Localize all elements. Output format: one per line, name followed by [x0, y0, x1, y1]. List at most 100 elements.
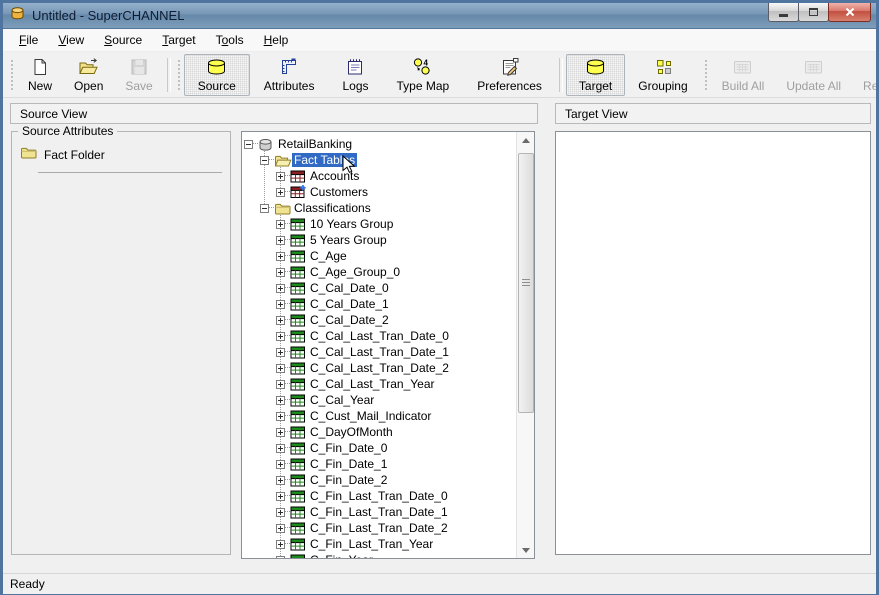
menu-file[interactable]: File [11, 31, 46, 49]
tree-item[interactable]: C_Cal_Last_Tran_Date_1 [242, 344, 517, 360]
restore-button[interactable] [798, 3, 829, 22]
scrollbar-thumb[interactable] [518, 153, 534, 413]
tree-item-label[interactable]: C_Cal_Last_Tran_Date_2 [308, 361, 451, 375]
tree-item-label[interactable]: C_Cal_Last_Tran_Date_1 [308, 345, 451, 359]
tree-item-label[interactable]: C_Cal_Date_0 [308, 281, 391, 295]
tree-item-label[interactable]: C_Fin_Date_1 [308, 457, 389, 471]
toolbar-grouping-button[interactable]: Grouping [625, 54, 700, 96]
tree-expander-plus-icon[interactable] [276, 492, 285, 501]
tree-item[interactable]: 10 Years Group [242, 216, 517, 232]
tree-expander-plus-icon[interactable] [276, 236, 285, 245]
tree-expander-plus-icon[interactable] [276, 428, 285, 437]
tree-item[interactable]: RetailBanking [242, 136, 517, 152]
tree-expander-plus-icon[interactable] [276, 252, 285, 261]
toolbar-target-button[interactable]: Target [566, 54, 625, 96]
tree-item-label[interactable]: Classifications [292, 201, 373, 215]
tree-expander-plus-icon[interactable] [276, 460, 285, 469]
tree-item-label[interactable]: C_Cal_Last_Tran_Date_0 [308, 329, 451, 343]
toolbar-source-button[interactable]: Source [184, 54, 250, 96]
tree-item-label[interactable]: C_Fin_Last_Tran_Date_1 [308, 505, 450, 519]
tree-expander-plus-icon[interactable] [276, 364, 285, 373]
tree-item-label[interactable]: C_Fin_Date_0 [308, 441, 389, 455]
tree-item-label[interactable]: C_Cal_Date_2 [308, 313, 391, 327]
toolbar-logs-button[interactable]: Logs [328, 54, 382, 96]
tree-expander-plus-icon[interactable] [276, 476, 285, 485]
tree-item[interactable]: C_Fin_Last_Tran_Date_2 [242, 520, 517, 536]
tree-expander-plus-icon[interactable] [276, 508, 285, 517]
tree-item[interactable]: C_Age_Group_0 [242, 264, 517, 280]
tree-item-label[interactable]: C_Fin_Last_Tran_Date_2 [308, 521, 450, 535]
tree-expander-plus-icon[interactable] [276, 316, 285, 325]
tree-item-label[interactable]: C_Cal_Last_Tran_Year [308, 377, 437, 391]
tree-item-label[interactable]: C_Cal_Year [308, 393, 376, 407]
tree-item-label[interactable]: C_DayOfMonth [308, 425, 395, 439]
tree-expander-plus-icon[interactable] [276, 444, 285, 453]
tree-item[interactable]: C_Fin_Date_1 [242, 456, 517, 472]
tree-item-label[interactable]: C_Fin_Last_Tran_Year [308, 537, 435, 551]
tree-item-label[interactable]: Customers [308, 185, 370, 199]
tree-item-label[interactable]: C_Cal_Date_1 [308, 297, 391, 311]
tree-item-label[interactable]: 5 Years Group [308, 233, 389, 247]
toolbar-open-button[interactable]: Open [63, 54, 114, 96]
fact-folder-item[interactable]: Fact Folder [20, 146, 230, 164]
tree-item[interactable]: C_Cal_Last_Tran_Year [242, 376, 517, 392]
tree-item[interactable]: Classifications [242, 200, 517, 216]
tree-expander-plus-icon[interactable] [276, 220, 285, 229]
minimize-button[interactable] [768, 3, 799, 22]
tree-item-label[interactable]: C_Age [308, 249, 349, 263]
menu-tools[interactable]: Tools [208, 31, 252, 49]
tree-item-label[interactable]: C_Fin_Date_2 [308, 473, 389, 487]
tree-expander-plus-icon[interactable] [276, 380, 285, 389]
tree-expander-plus-icon[interactable] [276, 172, 285, 181]
tree-item-label[interactable]: C_Cust_Mail_Indicator [308, 409, 433, 423]
tree-item[interactable]: C_Cal_Date_0 [242, 280, 517, 296]
tree-item-label[interactable]: RetailBanking [276, 137, 354, 151]
tree-item[interactable]: C_Cal_Date_2 [242, 312, 517, 328]
tree-item[interactable]: C_Cal_Year [242, 392, 517, 408]
tree-item-label[interactable]: 10 Years Group [308, 217, 395, 231]
menu-target[interactable]: Target [154, 31, 203, 49]
toolbar-grip[interactable] [10, 59, 14, 91]
tree-item-label[interactable]: C_Age_Group_0 [308, 265, 402, 279]
tree-item[interactable]: C_Cust_Mail_Indicator [242, 408, 517, 424]
tree-expander-minus-icon[interactable] [260, 204, 269, 213]
target-tree-panel[interactable] [555, 131, 871, 555]
tree-expander-plus-icon[interactable] [276, 524, 285, 533]
tree-expander-minus-icon[interactable] [244, 140, 253, 149]
tree-item[interactable]: C_Fin_Date_2 [242, 472, 517, 488]
toolbar-attributes-button[interactable]: Attributes [250, 54, 329, 96]
scrollbar-up-button[interactable] [517, 132, 534, 148]
tree-item[interactable]: C_Fin_Year [242, 552, 517, 558]
tree-item[interactable]: C_Cal_Date_1 [242, 296, 517, 312]
tree-item[interactable]: C_Fin_Last_Tran_Date_1 [242, 504, 517, 520]
tree-item[interactable]: C_Fin_Last_Tran_Year [242, 536, 517, 552]
tree-expander-minus-icon[interactable] [260, 156, 269, 165]
tree-expander-plus-icon[interactable] [276, 412, 285, 421]
tree-expander-plus-icon[interactable] [276, 348, 285, 357]
tree-expander-plus-icon[interactable] [276, 396, 285, 405]
tree-item[interactable]: C_Cal_Last_Tran_Date_2 [242, 360, 517, 376]
tree-expander-plus-icon[interactable] [276, 268, 285, 277]
menu-help[interactable]: Help [256, 31, 297, 49]
menu-source[interactable]: Source [96, 31, 150, 49]
tree-item[interactable]: Accounts [242, 168, 517, 184]
toolbar-new-button[interactable]: New [17, 54, 63, 96]
scrollbar-down-button[interactable] [517, 542, 534, 558]
tree-item[interactable]: C_Cal_Last_Tran_Date_0 [242, 328, 517, 344]
tree-scrollbar[interactable] [516, 132, 534, 558]
tree-item[interactable]: C_Fin_Last_Tran_Date_0 [242, 488, 517, 504]
tree-expander-plus-icon[interactable] [276, 556, 285, 559]
tree-item[interactable]: C_Age [242, 248, 517, 264]
toolbar-grip[interactable] [704, 59, 708, 91]
tree-item[interactable]: C_Fin_Date_0 [242, 440, 517, 456]
tree-expander-plus-icon[interactable] [276, 540, 285, 549]
tree-item[interactable]: Customers [242, 184, 517, 200]
close-button[interactable] [828, 3, 871, 22]
tree-item[interactable]: 5 Years Group [242, 232, 517, 248]
tree-expander-plus-icon[interactable] [276, 284, 285, 293]
toolbar-grip[interactable] [177, 59, 181, 91]
tree-item[interactable]: Fact Tables [242, 152, 517, 168]
tree-expander-plus-icon[interactable] [276, 188, 285, 197]
toolbar-preferences-button[interactable]: Preferences [463, 54, 556, 96]
tree-expander-plus-icon[interactable] [276, 332, 285, 341]
